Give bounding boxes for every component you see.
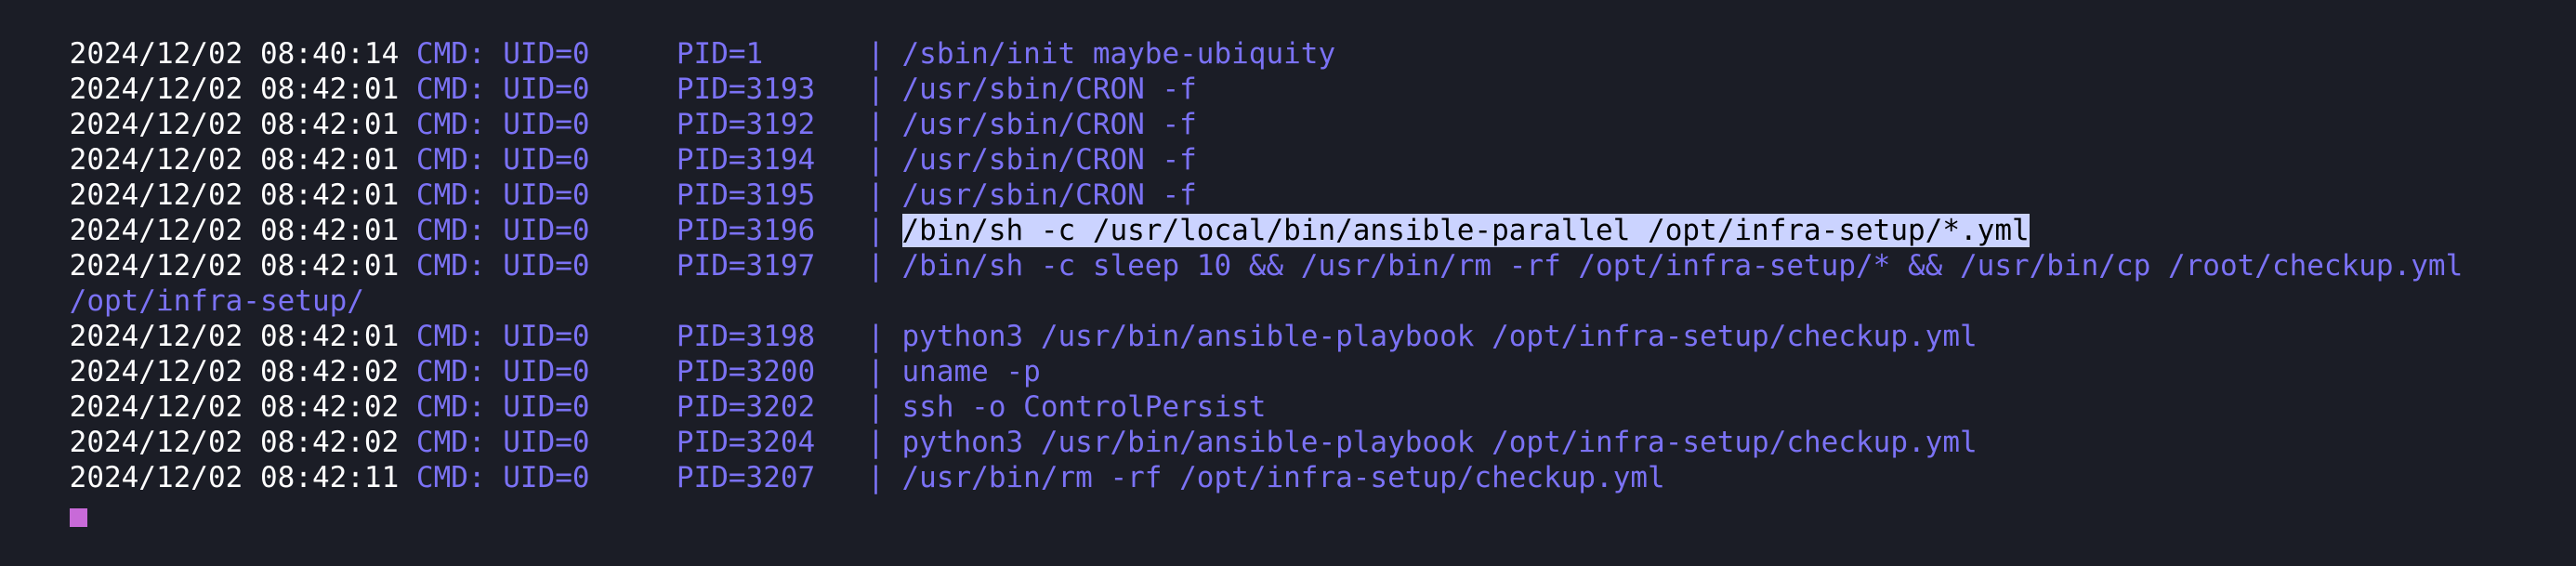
log-line: 2024/12/02 08:42:01 CMD: UID=0 PID=3193 … [0,36,2576,106]
log-line: 2024/12/02 08:42:01 CMD: UID=0 PID=3197 … [0,213,2576,283]
terminal-output[interactable]: 2024/12/02 08:40:14 CMD: UID=0 PID=1 | /… [0,0,2576,527]
log-line: 2024/12/02 08:42:02 CMD: UID=0 PID=3200 … [0,319,2576,388]
log-line: 2024/12/02 08:42:01 CMD: UID=0 PID=3195 … [0,142,2576,212]
log-line: 2024/12/02 08:42:02 CMD: UID=0 PID=3202 … [0,354,2576,424]
prompt-line[interactable] [0,460,2576,527]
log-line: 2024/12/02 08:40:14 CMD: UID=0 PID=1 | /… [0,1,2576,71]
log-line-selected: 2024/12/02 08:42:01 CMD: UID=0 PID=3196 … [0,178,2576,247]
log-line: 2024/12/02 08:42:01 CMD: UID=0 PID=3194 … [0,107,2576,177]
log-line: 2024/12/02 08:42:01 CMD: UID=0 PID=3192 … [0,72,2576,141]
cursor-icon [69,507,87,527]
log-line: 2024/12/02 08:42:01 CMD: UID=0 PID=3198 … [0,283,2576,353]
log-line-continuation: /opt/infra-setup/ [0,248,2576,318]
log-line: 2024/12/02 08:42:02 CMD: UID=0 PID=3204 … [0,389,2576,459]
log-line: 2024/12/02 08:42:11 CMD: UID=0 PID=3207 … [0,425,2576,494]
